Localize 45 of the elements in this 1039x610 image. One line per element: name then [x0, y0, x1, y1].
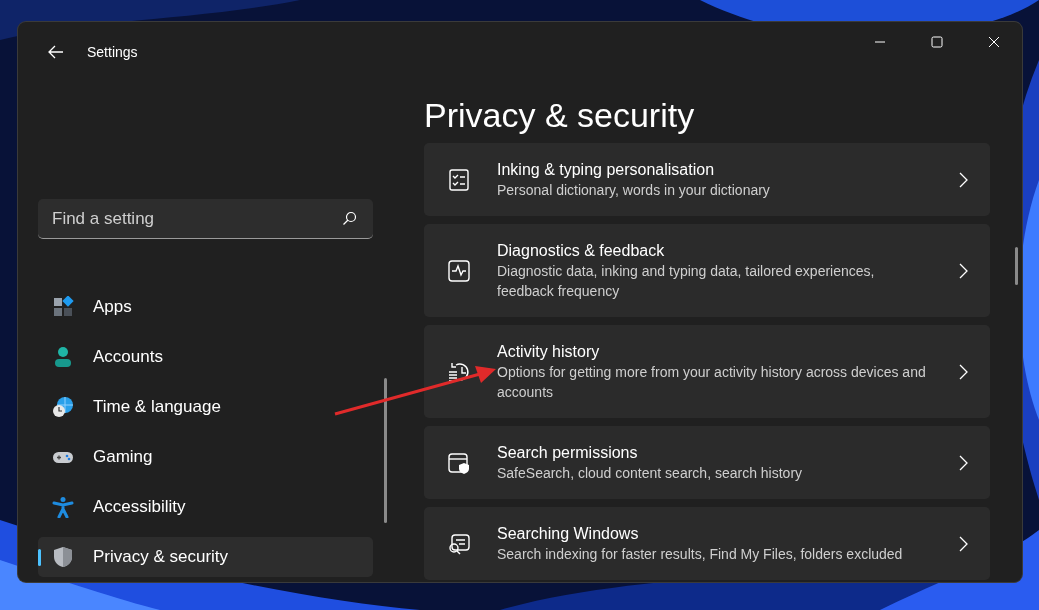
chevron-icon — [958, 454, 968, 471]
search-field[interactable]: Find a setting — [38, 199, 373, 239]
card-description: SafeSearch, cloud content search, search history — [497, 464, 804, 483]
settings-card[interactable]: Inking & typing personalisation Personal dictionary, words in your dictionary — [424, 143, 990, 216]
nav-item[interactable]: Accessibility — [38, 487, 373, 527]
close-icon[interactable] — [987, 36, 1000, 48]
accessibility-icon — [52, 496, 74, 518]
window-title: Settings — [87, 44, 138, 60]
chevron-icon — [958, 535, 968, 552]
settings-card[interactable]: Activity history Options for getting more from your activity history across devices and accounts — [424, 325, 990, 418]
card-title: Inking & typing personalisation — [497, 160, 716, 180]
nav-item[interactable]: Gaming — [38, 437, 373, 477]
page-title: Privacy & security — [424, 95, 696, 135]
card-title: Search permissions — [497, 443, 639, 463]
search-icon[interactable] — [342, 211, 357, 226]
card-title: Diagnostics & feedback — [497, 241, 666, 261]
nav-item[interactable]: Privacy & security — [38, 537, 373, 577]
scrollbar[interactable] — [1015, 247, 1018, 285]
maximize-icon[interactable] — [930, 36, 943, 48]
window-shield-icon — [447, 450, 471, 475]
chevron-icon — [958, 262, 968, 279]
card-description: Diagnostic data, inking and typing data, tailored experiences, feedback frequency — [497, 262, 876, 301]
nav-item[interactable]: Apps — [38, 287, 373, 327]
search-document-icon — [447, 531, 471, 556]
checklist-icon — [447, 167, 471, 192]
settings-card[interactable]: Diagnostics & feedback Diagnostic data, inking and typing data, tailored experiences, feedback frequency — [424, 224, 990, 317]
scrollbar[interactable] — [384, 378, 387, 523]
card-title: Activity history — [497, 342, 601, 362]
apps-icon — [52, 296, 74, 318]
settings-card[interactable]: Searching Windows Search indexing for faster results, Find My Files, folders excluded — [424, 507, 990, 580]
chevron-icon — [958, 171, 968, 188]
card-description: Options for getting more from your activity history across devices and accounts — [497, 363, 927, 402]
nav-item[interactable]: Time & language — [38, 387, 373, 427]
nav-item[interactable]: Accounts — [38, 337, 373, 377]
selection-indicator — [38, 549, 41, 566]
shield-icon — [52, 546, 74, 568]
settings-card[interactable]: Search permissions SafeSearch, cloud content search, search history — [424, 426, 990, 499]
card-title: Searching Windows — [497, 524, 640, 544]
chevron-icon — [958, 363, 968, 380]
globe-clock-icon — [52, 396, 74, 418]
card-description: Personal dictionary, words in your dictionary — [497, 181, 771, 200]
pulse-chart-icon — [447, 258, 471, 283]
card-description: Search indexing for faster results, Find My Files, folders excluded — [497, 545, 904, 564]
back-icon[interactable] — [47, 43, 65, 61]
person-icon — [52, 346, 74, 368]
